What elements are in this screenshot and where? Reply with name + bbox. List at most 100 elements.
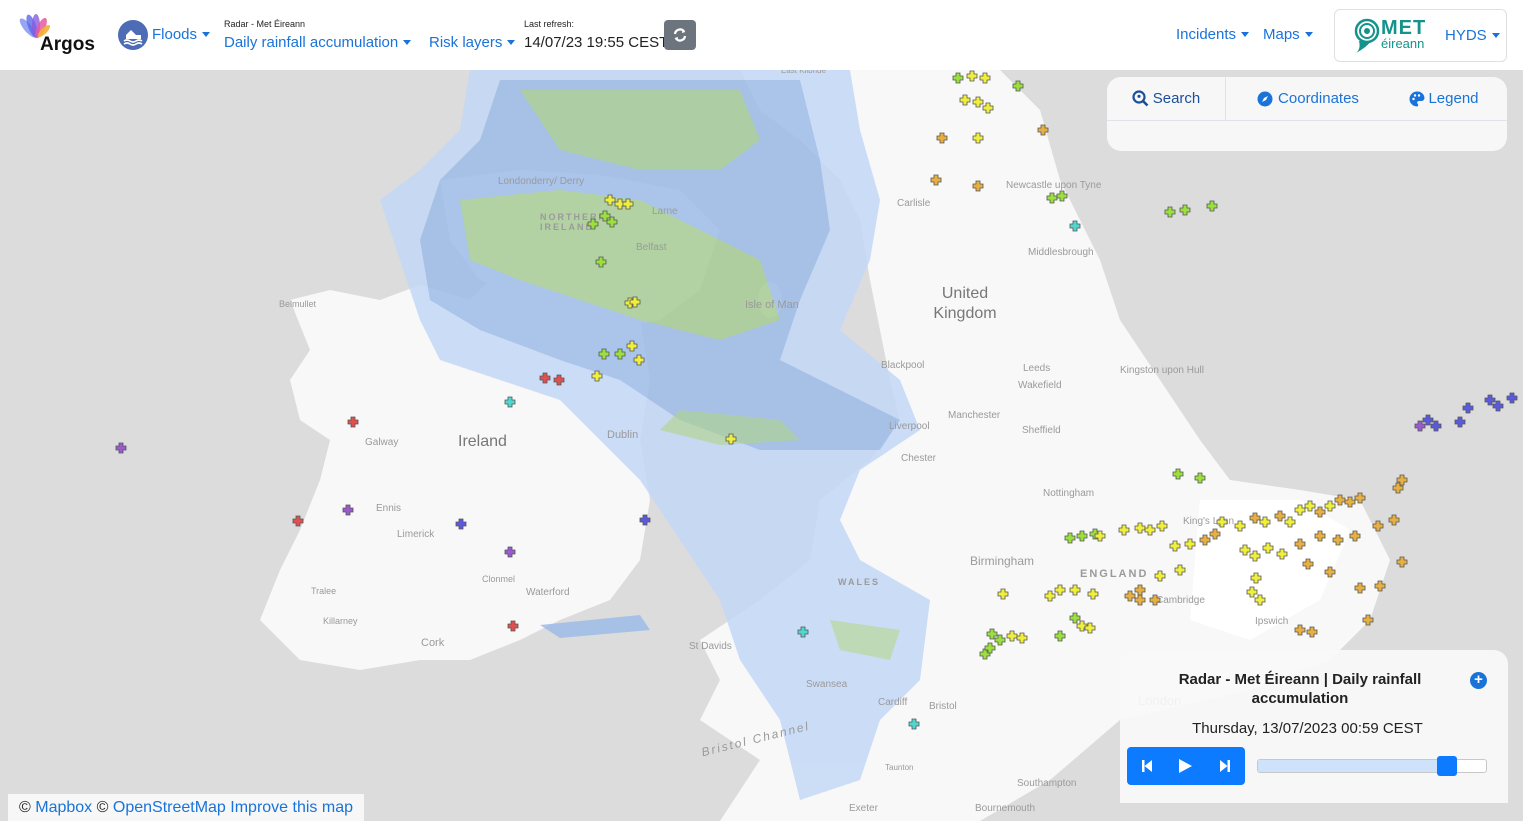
lightning-marker-recent_yellow[interactable]: [1254, 594, 1266, 606]
lightning-marker-red[interactable]: [347, 416, 359, 428]
lightning-marker-orange[interactable]: [930, 174, 942, 186]
lightning-marker-recent_yellow[interactable]: [979, 72, 991, 84]
lightning-marker-recent_yellow[interactable]: [1249, 550, 1261, 562]
lightning-marker-recent_yellow[interactable]: [1054, 584, 1066, 596]
lightning-marker-green[interactable]: [1069, 612, 1081, 624]
lightning-marker-recent_yellow[interactable]: [1118, 524, 1130, 536]
lightning-marker-red[interactable]: [553, 374, 565, 386]
expand-plus-icon[interactable]: +: [1470, 672, 1487, 689]
lightning-marker-blue[interactable]: [1430, 420, 1442, 432]
lightning-marker-orange[interactable]: [1324, 566, 1336, 578]
lightning-marker-recent_yellow[interactable]: [959, 94, 971, 106]
lightning-marker-recent_yellow[interactable]: [1262, 542, 1274, 554]
lightning-marker-recent_yellow[interactable]: [622, 198, 634, 210]
lightning-marker-recent_yellow[interactable]: [1144, 524, 1156, 536]
lightning-marker-green[interactable]: [614, 348, 626, 360]
timeline-slider-thumb[interactable]: [1437, 756, 1458, 776]
lightning-marker-orange[interactable]: [1302, 558, 1314, 570]
lightning-marker-green[interactable]: [1194, 472, 1206, 484]
lightning-marker-orange[interactable]: [936, 132, 948, 144]
play-button[interactable]: [1166, 747, 1205, 785]
openstreetmap-link[interactable]: OpenStreetMap: [113, 799, 226, 816]
improve-map-link[interactable]: Improve this map: [230, 799, 353, 816]
lightning-marker-recent_yellow[interactable]: [982, 102, 994, 114]
lightning-marker-recent_yellow[interactable]: [1294, 504, 1306, 516]
lightning-marker-recent_yellow[interactable]: [1239, 544, 1251, 556]
lightning-marker-orange[interactable]: [1294, 624, 1306, 636]
lightning-marker-green[interactable]: [1164, 206, 1176, 218]
lightning-marker-orange[interactable]: [1209, 528, 1221, 540]
lightning-marker-orange[interactable]: [1388, 514, 1400, 526]
step-forward-button[interactable]: [1206, 747, 1245, 785]
lightning-marker-recent_yellow[interactable]: [1184, 538, 1196, 550]
lightning-marker-recent_yellow[interactable]: [604, 194, 616, 206]
lightning-marker-recent_yellow[interactable]: [1169, 540, 1181, 552]
lightning-marker-recent_yellow[interactable]: [1069, 584, 1081, 596]
lightning-marker-recent_yellow[interactable]: [1324, 500, 1336, 512]
lightning-marker-recent_yellow[interactable]: [1044, 590, 1056, 602]
tab-legend[interactable]: Legend: [1399, 77, 1489, 120]
lightning-marker-recent_yellow[interactable]: [591, 370, 603, 382]
lightning-marker-cyan[interactable]: [504, 396, 516, 408]
lightning-marker-green[interactable]: [606, 216, 618, 228]
lightning-marker-green[interactable]: [986, 628, 998, 640]
lightning-marker-orange[interactable]: [1354, 582, 1366, 594]
lightning-marker-recent_yellow[interactable]: [725, 433, 737, 445]
lightning-marker-recent_yellow[interactable]: [1250, 572, 1262, 584]
lightning-marker-purple[interactable]: [1414, 420, 1426, 432]
lightning-marker-recent_yellow[interactable]: [1284, 516, 1296, 528]
lightning-marker-blue[interactable]: [1462, 402, 1474, 414]
lightning-marker-orange[interactable]: [1396, 556, 1408, 568]
lightning-marker-purple[interactable]: [115, 442, 127, 454]
lightning-marker-orange[interactable]: [1372, 520, 1384, 532]
lightning-marker-recent_yellow[interactable]: [966, 70, 978, 82]
lightning-marker-green[interactable]: [1206, 200, 1218, 212]
lightning-marker-blue[interactable]: [1484, 394, 1496, 406]
mapbox-link[interactable]: Mapbox: [35, 799, 92, 816]
lightning-marker-recent_yellow[interactable]: [1234, 520, 1246, 532]
lightning-marker-recent_yellow[interactable]: [1259, 516, 1271, 528]
lightning-marker-blue[interactable]: [1506, 392, 1518, 404]
lightning-marker-recent_yellow[interactable]: [972, 96, 984, 108]
lightning-marker-orange[interactable]: [1294, 538, 1306, 550]
timeline-slider[interactable]: [1257, 756, 1487, 776]
risk-layers-menu[interactable]: Risk layers: [429, 34, 516, 51]
lightning-marker-orange[interactable]: [1334, 494, 1346, 506]
lightning-marker-orange[interactable]: [1314, 530, 1326, 542]
lightning-marker-green[interactable]: [1179, 204, 1191, 216]
refresh-button[interactable]: [664, 20, 696, 50]
lightning-marker-orange[interactable]: [1344, 496, 1356, 508]
lightning-marker-orange[interactable]: [1362, 614, 1374, 626]
lightning-marker-orange[interactable]: [1149, 594, 1161, 606]
lightning-marker-recent_yellow[interactable]: [1304, 500, 1316, 512]
lightning-marker-recent_yellow[interactable]: [972, 132, 984, 144]
lightning-marker-red[interactable]: [292, 515, 304, 527]
lightning-marker-recent_yellow[interactable]: [1246, 586, 1258, 598]
lightning-marker-green[interactable]: [598, 348, 610, 360]
lightning-marker-red[interactable]: [539, 372, 551, 384]
lightning-marker-recent_yellow[interactable]: [1134, 522, 1146, 534]
lightning-marker-recent_yellow[interactable]: [1276, 548, 1288, 560]
lightning-marker-orange[interactable]: [1306, 626, 1318, 638]
lightning-marker-blue[interactable]: [639, 514, 651, 526]
lightning-marker-green[interactable]: [994, 634, 1006, 646]
tab-search[interactable]: Search: [1107, 77, 1226, 120]
maps-menu[interactable]: Maps: [1263, 26, 1313, 43]
lightning-marker-green[interactable]: [1054, 630, 1066, 642]
lightning-marker-green[interactable]: [1012, 80, 1024, 92]
floods-menu[interactable]: Floods: [152, 26, 211, 43]
lightning-marker-green[interactable]: [1076, 530, 1088, 542]
lightning-marker-blue[interactable]: [1492, 400, 1504, 412]
lightning-marker-green[interactable]: [1172, 468, 1184, 480]
lightning-marker-purple[interactable]: [342, 504, 354, 516]
lightning-marker-orange[interactable]: [1249, 512, 1261, 524]
lightning-marker-orange[interactable]: [1124, 590, 1136, 602]
lightning-marker-recent_yellow[interactable]: [626, 340, 638, 352]
lightning-marker-blue[interactable]: [1454, 416, 1466, 428]
lightning-marker-green[interactable]: [587, 218, 599, 230]
lightning-marker-recent_yellow[interactable]: [1154, 570, 1166, 582]
lightning-marker-orange[interactable]: [1354, 492, 1366, 504]
lightning-marker-recent_yellow[interactable]: [997, 588, 1009, 600]
lightning-marker-recent_yellow[interactable]: [1216, 516, 1228, 528]
lightning-marker-recent_yellow[interactable]: [1174, 564, 1186, 576]
